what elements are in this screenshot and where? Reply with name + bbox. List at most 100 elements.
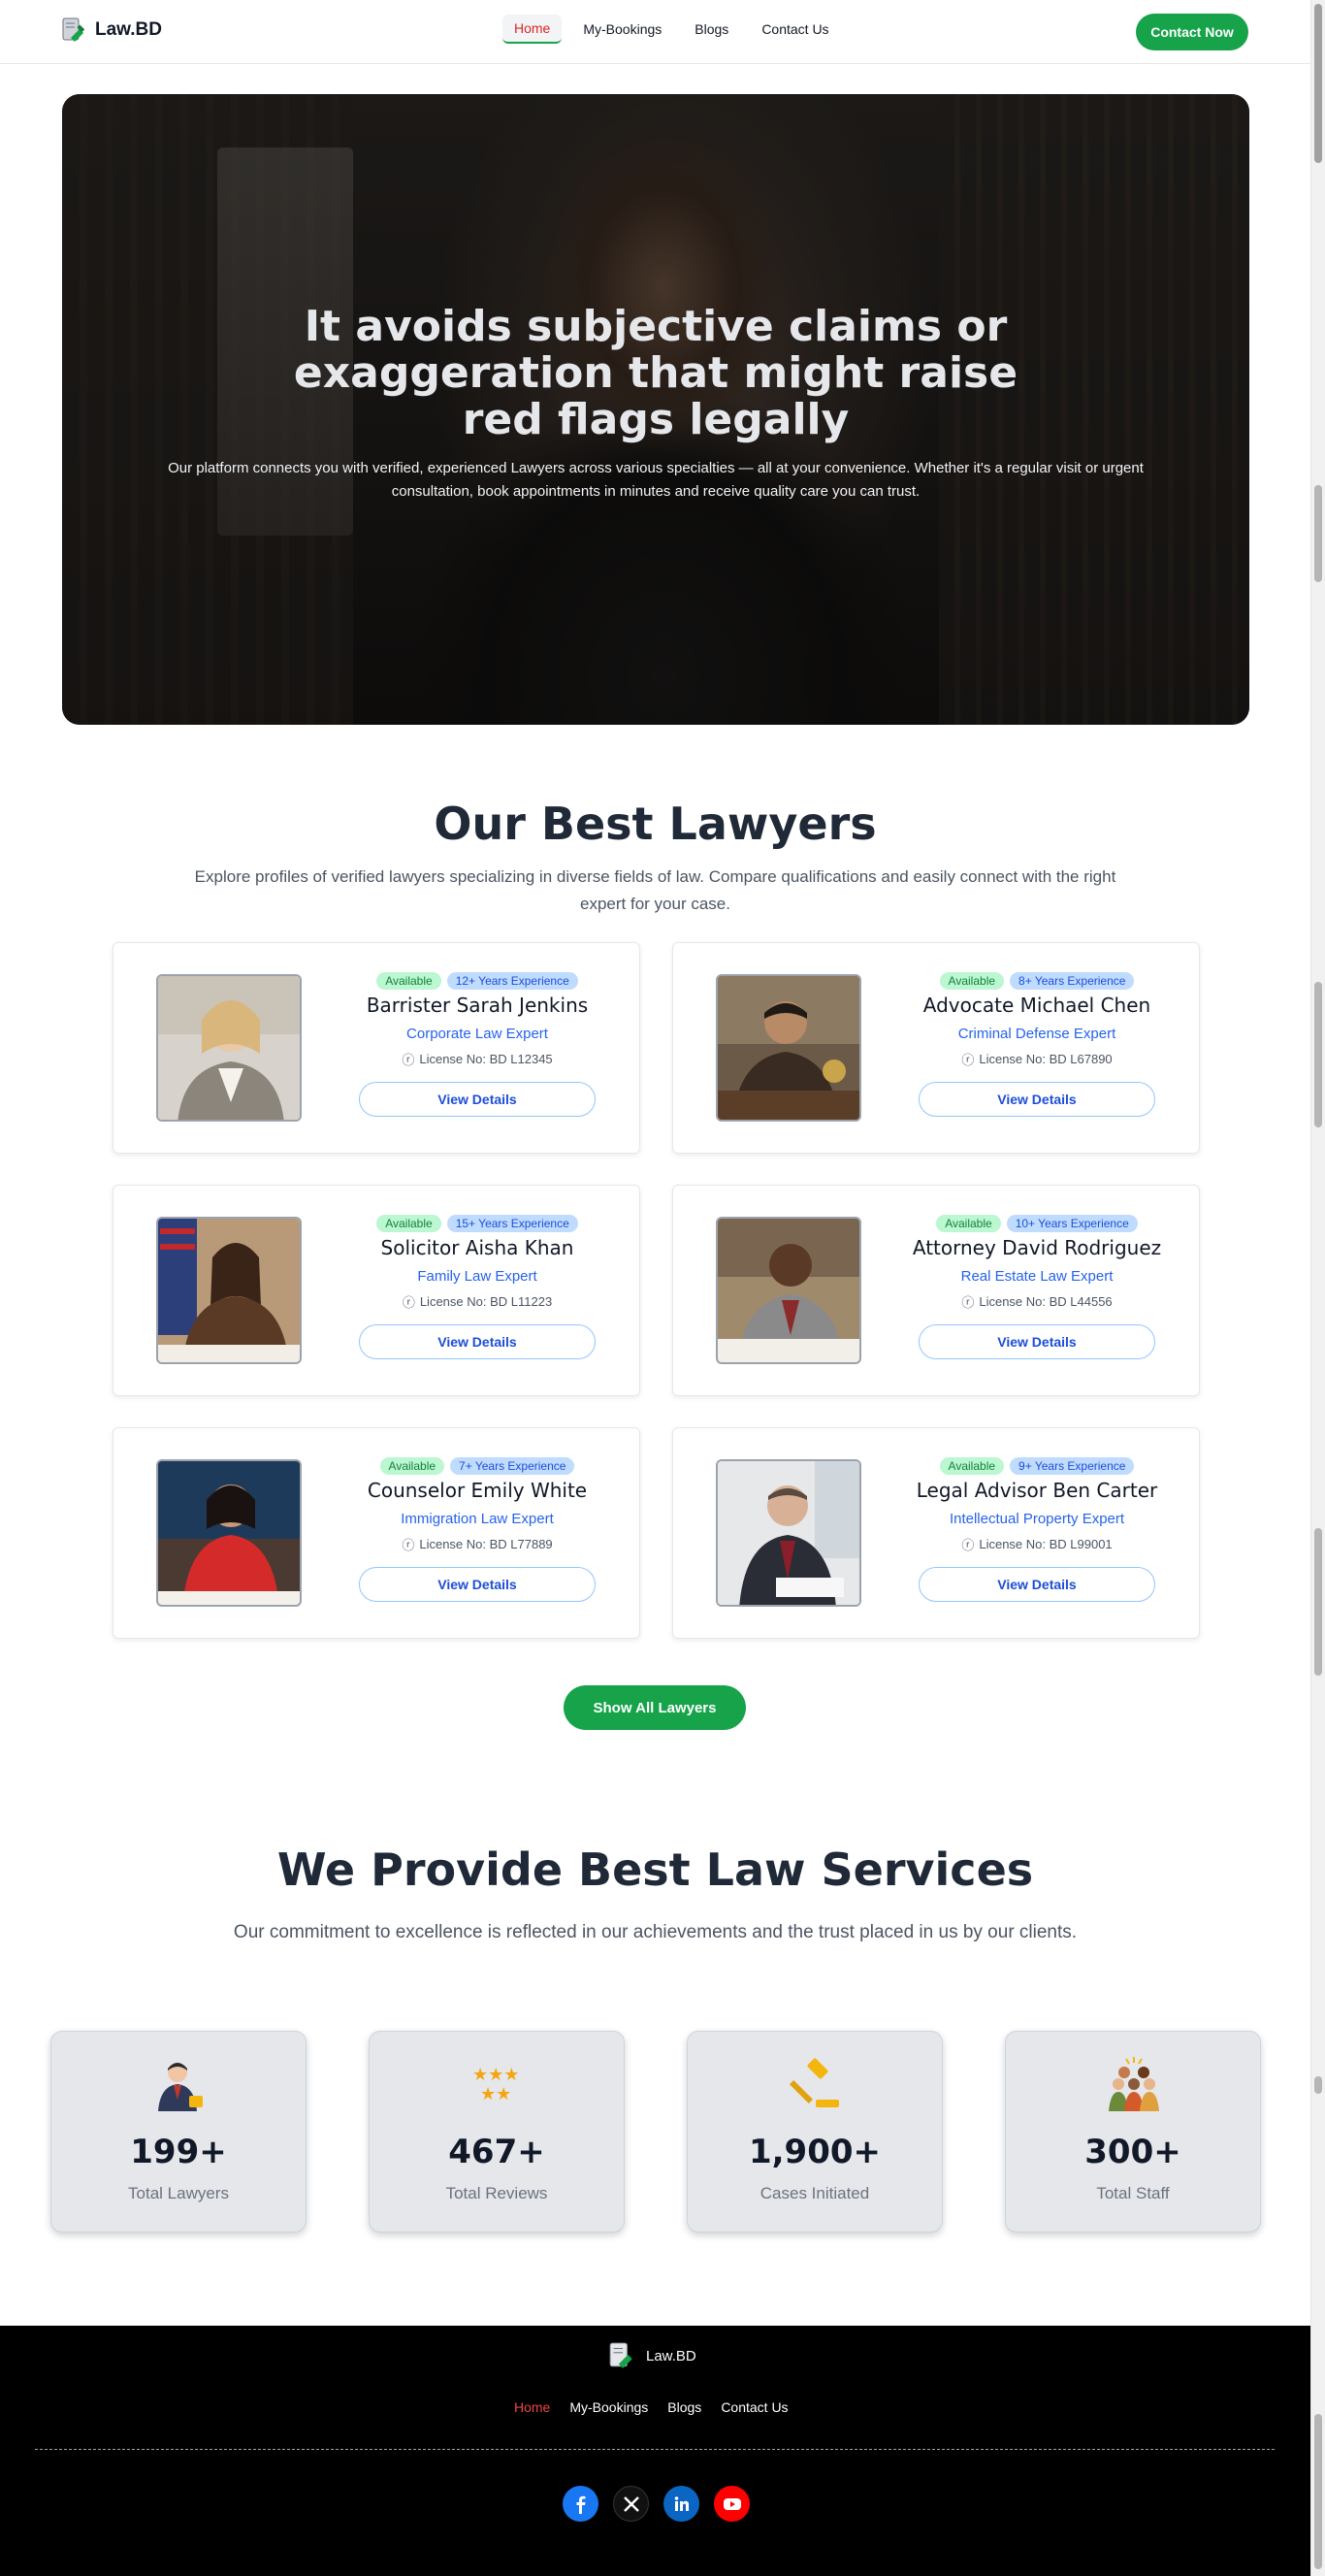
license-icon: ⓡ <box>961 1295 975 1310</box>
lawyer-photo <box>156 974 302 1122</box>
services-section-description: Our commitment to excellence is reflecte… <box>233 1922 1078 1942</box>
experience-badge: 10+ Years Experience <box>1006 1215 1138 1232</box>
scrollbar-thumb[interactable] <box>1314 4 1322 163</box>
experience-badge: 15+ Years Experience <box>446 1215 578 1232</box>
hero-title: It avoids subjective claims or exaggerat… <box>293 302 1018 444</box>
nav-my-bookings[interactable]: My-Bookings <box>571 16 673 43</box>
availability-badge: Available <box>939 1457 1005 1475</box>
main-nav: Home My-Bookings Blogs Contact Us <box>502 15 841 44</box>
lawyer-photo <box>156 1459 302 1607</box>
svg-text:★★: ★★ <box>480 2084 511 2104</box>
lawyer-name: Legal Advisor Ben Carter <box>916 1479 1158 1502</box>
scrollbar-marker <box>1314 2076 1322 2094</box>
lawyer-icon <box>158 2063 203 2111</box>
lawyer-license: ⓡ License No: BD L77889 <box>337 1535 618 1553</box>
footer-link-contact-us[interactable]: Contact Us <box>721 2399 788 2415</box>
view-details-button[interactable]: View Details <box>359 1567 596 1602</box>
availability-badge: Available <box>376 972 441 990</box>
lawyer-specialty: Immigration Law Expert <box>401 1511 554 1527</box>
nav-home[interactable]: Home <box>502 15 563 44</box>
lawyer-license: ⓡ License No: BD L67890 <box>896 1050 1178 1068</box>
lawyer-card: Available 9+ Years Experience Legal Advis… <box>672 1427 1200 1639</box>
law-logo-icon <box>62 17 85 42</box>
footer-brand[interactable]: Law.BD <box>607 2341 696 2370</box>
law-logo-icon <box>609 2342 632 2368</box>
experience-badge: 12+ Years Experience <box>446 972 578 990</box>
lawyer-license: ⓡ License No: BD L12345 <box>337 1050 618 1068</box>
availability-badge: Available <box>379 1457 445 1475</box>
lawyer-info: Available 8+ Years Experience Advocate Mi… <box>896 972 1178 1117</box>
page-scrollbar[interactable] <box>1310 0 1325 2576</box>
view-details-button[interactable]: View Details <box>359 1324 596 1359</box>
footer-link-my-bookings[interactable]: My-Bookings <box>569 2399 648 2415</box>
license-text: License No: BD L77889 <box>419 1537 553 1551</box>
lawyer-info: Available 7+ Years Experience Counselor E… <box>337 1457 618 1602</box>
lawyer-info: Available 9+ Years Experience Legal Advis… <box>896 1457 1178 1602</box>
footer-link-home[interactable]: Home <box>514 2399 550 2415</box>
stat-label: Total Lawyers <box>128 2184 229 2202</box>
contact-now-button[interactable]: Contact Now <box>1136 14 1248 50</box>
stat-card-lawyers: 199+ Total Lawyers <box>50 2031 307 2233</box>
linkedin-icon[interactable] <box>663 2486 699 2522</box>
license-text: License No: BD L11223 <box>419 1294 553 1309</box>
view-details-button[interactable]: View Details <box>919 1082 1155 1117</box>
scrollbar-marker <box>1314 2414 1322 2569</box>
scrollbar-marker <box>1314 982 1322 1127</box>
availability-badge: Available <box>936 1215 1001 1232</box>
hero-banner: It avoids subjective claims or exaggerat… <box>62 94 1249 725</box>
staff-icon <box>1109 2057 1159 2111</box>
lawyer-card: Available 12+ Years Experience Barrister … <box>113 942 640 1154</box>
footer-divider <box>35 2449 1275 2450</box>
brand-logo[interactable]: Law.BD <box>60 16 162 44</box>
license-icon: ⓡ <box>961 1538 975 1552</box>
license-icon: ⓡ <box>402 1295 415 1310</box>
stat-label: Total Staff <box>1096 2184 1170 2202</box>
brand-name: Law.BD <box>95 19 162 40</box>
scrollbar-marker <box>1314 1528 1322 1676</box>
stat-value: 1,900+ <box>748 2133 882 2171</box>
footer-nav: Home My-Bookings Blogs Contact Us <box>514 2399 789 2415</box>
license-text: License No: BD L44556 <box>979 1294 1113 1309</box>
license-icon: ⓡ <box>402 1053 415 1067</box>
lawyer-name: Attorney David Rodriguez <box>912 1236 1162 1259</box>
nav-contact-us[interactable]: Contact Us <box>750 16 840 43</box>
nav-blogs[interactable]: Blogs <box>683 16 740 43</box>
lawyer-specialty: Family Law Expert <box>417 1268 537 1285</box>
lawyer-name: Counselor Emily White <box>367 1479 588 1502</box>
hero-description: Our platform connects you with verified,… <box>168 460 1144 500</box>
availability-badge: Available <box>376 1215 441 1232</box>
stars-icon: ★★★★★ <box>472 2065 519 2104</box>
stat-label: Total Reviews <box>445 2184 548 2202</box>
footer-link-blogs[interactable]: Blogs <box>667 2399 701 2415</box>
show-all-lawyers-button[interactable]: Show All Lawyers <box>564 1685 746 1730</box>
gavel-icon <box>789 2058 839 2107</box>
license-icon: ⓡ <box>961 1053 975 1067</box>
lawyer-specialty: Criminal Defense Expert <box>957 1026 1116 1042</box>
stat-value: 300+ <box>1084 2133 1181 2171</box>
lawyer-card: Available 7+ Years Experience Counselor E… <box>113 1427 640 1639</box>
view-details-button[interactable]: View Details <box>919 1324 1155 1359</box>
youtube-icon[interactable] <box>714 2486 750 2522</box>
footer-brand-name: Law.BD <box>646 2347 696 2364</box>
site-footer: Law.BD Home My-Bookings Blogs Contact Us <box>0 2326 1310 2576</box>
lawyer-info: Available 15+ Years Experience Solicitor … <box>337 1215 618 1359</box>
experience-badge: 8+ Years Experience <box>1010 972 1135 990</box>
stat-card-staff: 300+ Total Staff <box>1005 2031 1261 2233</box>
x-icon[interactable] <box>613 2486 649 2522</box>
services-section-title: We Provide Best Law Services <box>276 1843 1034 1896</box>
experience-badge: 9+ Years Experience <box>1010 1457 1135 1475</box>
lawyer-name: Barrister Sarah Jenkins <box>366 994 589 1017</box>
stat-value: 467+ <box>448 2133 545 2171</box>
lawyer-specialty: Intellectual Property Expert <box>949 1511 1125 1527</box>
stat-value: 199+ <box>130 2133 227 2171</box>
license-icon: ⓡ <box>402 1538 415 1552</box>
facebook-icon[interactable] <box>563 2486 598 2522</box>
scrollbar-marker <box>1314 485 1322 582</box>
lawyer-photo <box>716 1217 861 1364</box>
lawyer-license: ⓡ License No: BD L44556 <box>896 1292 1178 1311</box>
lawyer-card: Available 8+ Years Experience Advocate Mi… <box>672 942 1200 1154</box>
svg-text:★★★: ★★★ <box>472 2065 519 2085</box>
view-details-button[interactable]: View Details <box>919 1567 1155 1602</box>
stat-label: Cases Initiated <box>759 2184 870 2202</box>
view-details-button[interactable]: View Details <box>359 1082 596 1117</box>
